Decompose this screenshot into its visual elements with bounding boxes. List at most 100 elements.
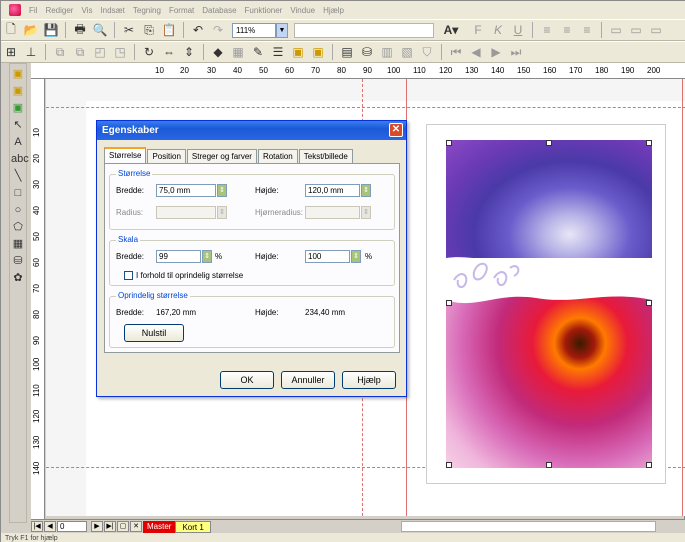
save-icon[interactable]: 💾 — [43, 22, 59, 38]
new-document-icon[interactable]: 🗋 — [3, 22, 19, 38]
selection-handle[interactable] — [446, 462, 452, 468]
menu-database[interactable]: Database — [202, 6, 236, 15]
line-style-icon[interactable]: ☰ — [270, 44, 286, 60]
reset-button[interactable]: Nulstil — [124, 324, 184, 342]
paste-icon[interactable]: 📋 — [161, 22, 177, 38]
table-tool-icon[interactable]: ▦ — [11, 237, 25, 251]
group-icon[interactable]: ⧉ — [52, 44, 68, 60]
corner-radius-input[interactable] — [305, 206, 360, 219]
tab-master[interactable]: Master — [143, 520, 176, 533]
page-tool-icon[interactable]: ▣ — [11, 67, 25, 81]
tab-rotation[interactable]: Rotation — [257, 149, 298, 163]
radius-input[interactable] — [156, 206, 216, 219]
print-preview-icon[interactable]: 🔍 — [92, 22, 108, 38]
tab-text-image[interactable]: Tekst/billede — [298, 149, 353, 163]
rotate-icon[interactable]: ↻ — [141, 44, 157, 60]
clipart-tool-icon[interactable]: ✿ — [11, 271, 25, 285]
size-height-input[interactable]: 120,0 mm — [305, 184, 360, 197]
ungroup-icon[interactable]: ⧉ — [72, 44, 88, 60]
spin-arrows-icon[interactable]: ⇕ — [202, 250, 212, 263]
align-right-icon[interactable]: ≡ — [579, 22, 595, 38]
back-icon[interactable]: ◳ — [112, 44, 128, 60]
add-page-icon[interactable]: ▢ — [117, 521, 129, 532]
next-page-icon[interactable]: ▶ — [91, 521, 103, 532]
underline-icon[interactable]: U — [510, 22, 526, 38]
menu-view[interactable]: Vis — [81, 6, 92, 15]
selection-handle[interactable] — [646, 140, 652, 146]
line-tool-icon[interactable]: ╲ — [11, 169, 25, 183]
redo-icon[interactable]: ↷ — [210, 22, 226, 38]
next-record-icon[interactable]: ▶ — [488, 44, 504, 60]
print-icon[interactable]: 🖶 — [72, 22, 88, 38]
database-tool-icon[interactable]: ⛁ — [11, 254, 25, 268]
open-folder-icon[interactable]: 📂 — [23, 22, 39, 38]
polygon-tool-icon[interactable]: ⬠ — [11, 220, 25, 234]
filter-icon[interactable]: ⛉ — [419, 44, 435, 60]
size-width-input[interactable]: 75,0 mm — [156, 184, 216, 197]
picture-tool-icon[interactable]: ▣ — [11, 101, 25, 115]
selection-handle[interactable] — [446, 300, 452, 306]
sheet-icon[interactable]: ▥ — [379, 44, 395, 60]
menu-help[interactable]: Hjælp — [323, 6, 344, 15]
spin-arrows-icon[interactable]: ⇕ — [361, 206, 371, 219]
selection-handle[interactable] — [546, 462, 552, 468]
prev-page-icon[interactable]: ◀ — [44, 521, 56, 532]
horizontal-scrollbar[interactable] — [400, 521, 656, 532]
tab-position[interactable]: Position — [147, 149, 186, 163]
first-page-icon[interactable]: |◀ — [31, 521, 43, 532]
ellipse-tool-icon[interactable]: ○ — [11, 203, 25, 217]
scale-height-input[interactable]: 100 — [305, 250, 350, 263]
fill-bucket-icon[interactable]: ◆ — [210, 44, 226, 60]
grid-icon[interactable]: ⊞ — [3, 44, 19, 60]
cancel-button[interactable]: Annuller — [281, 371, 335, 389]
spin-arrows-icon[interactable]: ⇕ — [361, 184, 371, 197]
spin-arrows-icon[interactable]: ⇕ — [217, 184, 227, 197]
flower-image[interactable] — [446, 140, 652, 468]
delete-page-icon[interactable]: ✕ — [130, 521, 142, 532]
tab-size[interactable]: Størrelse — [104, 147, 147, 163]
bold-icon[interactable]: F — [470, 22, 486, 38]
spin-arrows-icon[interactable]: ⇕ — [351, 250, 361, 263]
layout-c-icon[interactable]: ▭ — [648, 22, 664, 38]
layout-a-icon[interactable]: ▭ — [608, 22, 624, 38]
first-record-icon[interactable]: ⏮ — [448, 44, 464, 60]
line-color-icon[interactable]: ✎ — [250, 44, 266, 60]
selection-handle[interactable] — [646, 462, 652, 468]
selection-handle[interactable] — [646, 300, 652, 306]
database-icon[interactable]: ⛁ — [359, 44, 375, 60]
pin-icon[interactable]: ⊥ — [23, 44, 39, 60]
menu-drawing[interactable]: Tegning — [133, 6, 161, 15]
zoom-input[interactable]: 111% — [232, 22, 276, 38]
chart-icon[interactable]: ▧ — [399, 44, 415, 60]
close-icon[interactable]: ✕ — [389, 123, 403, 137]
text-tool-icon[interactable]: A — [11, 135, 25, 149]
prev-record-icon[interactable]: ◀ — [468, 44, 484, 60]
undo-icon[interactable]: ↶ — [190, 22, 206, 38]
flip-vertical-icon[interactable]: ⇕ — [181, 44, 197, 60]
last-record-icon[interactable]: ⏭ — [508, 44, 524, 60]
cut-icon[interactable]: ✂ — [121, 22, 137, 38]
menu-format[interactable]: Format — [169, 6, 194, 15]
zoom-dropdown-icon[interactable]: ▼ — [276, 22, 288, 38]
menu-window[interactable]: Vindue — [290, 6, 315, 15]
art-text-tool-icon[interactable]: abc — [11, 152, 29, 166]
help-button[interactable]: Hjælp — [342, 371, 396, 389]
selection-handle[interactable] — [546, 140, 552, 146]
spin-arrows-icon[interactable]: ⇕ — [217, 206, 227, 219]
ok-button[interactable]: OK — [220, 371, 274, 389]
tab-kort-1[interactable]: Kort 1 — [175, 520, 211, 533]
page-number-field[interactable]: 0 — [57, 521, 87, 532]
menu-functions[interactable]: Funktioner — [245, 6, 283, 15]
selection-handle[interactable] — [446, 140, 452, 146]
table-icon[interactable]: ▤ — [339, 44, 355, 60]
frame-icon[interactable]: ▣ — [310, 44, 326, 60]
keep-ratio-checkbox[interactable] — [124, 271, 133, 280]
menu-file[interactable]: Fil — [29, 6, 37, 15]
flip-horizontal-icon[interactable]: ⇔ — [161, 44, 177, 60]
image-tool-icon[interactable]: ▣ — [11, 84, 25, 98]
menu-edit[interactable]: Rediger — [45, 6, 73, 15]
app-logo-icon[interactable] — [9, 4, 21, 16]
menu-insert[interactable]: Indsæt — [100, 6, 124, 15]
align-center-icon[interactable]: ≡ — [559, 22, 575, 38]
front-icon[interactable]: ◰ — [92, 44, 108, 60]
